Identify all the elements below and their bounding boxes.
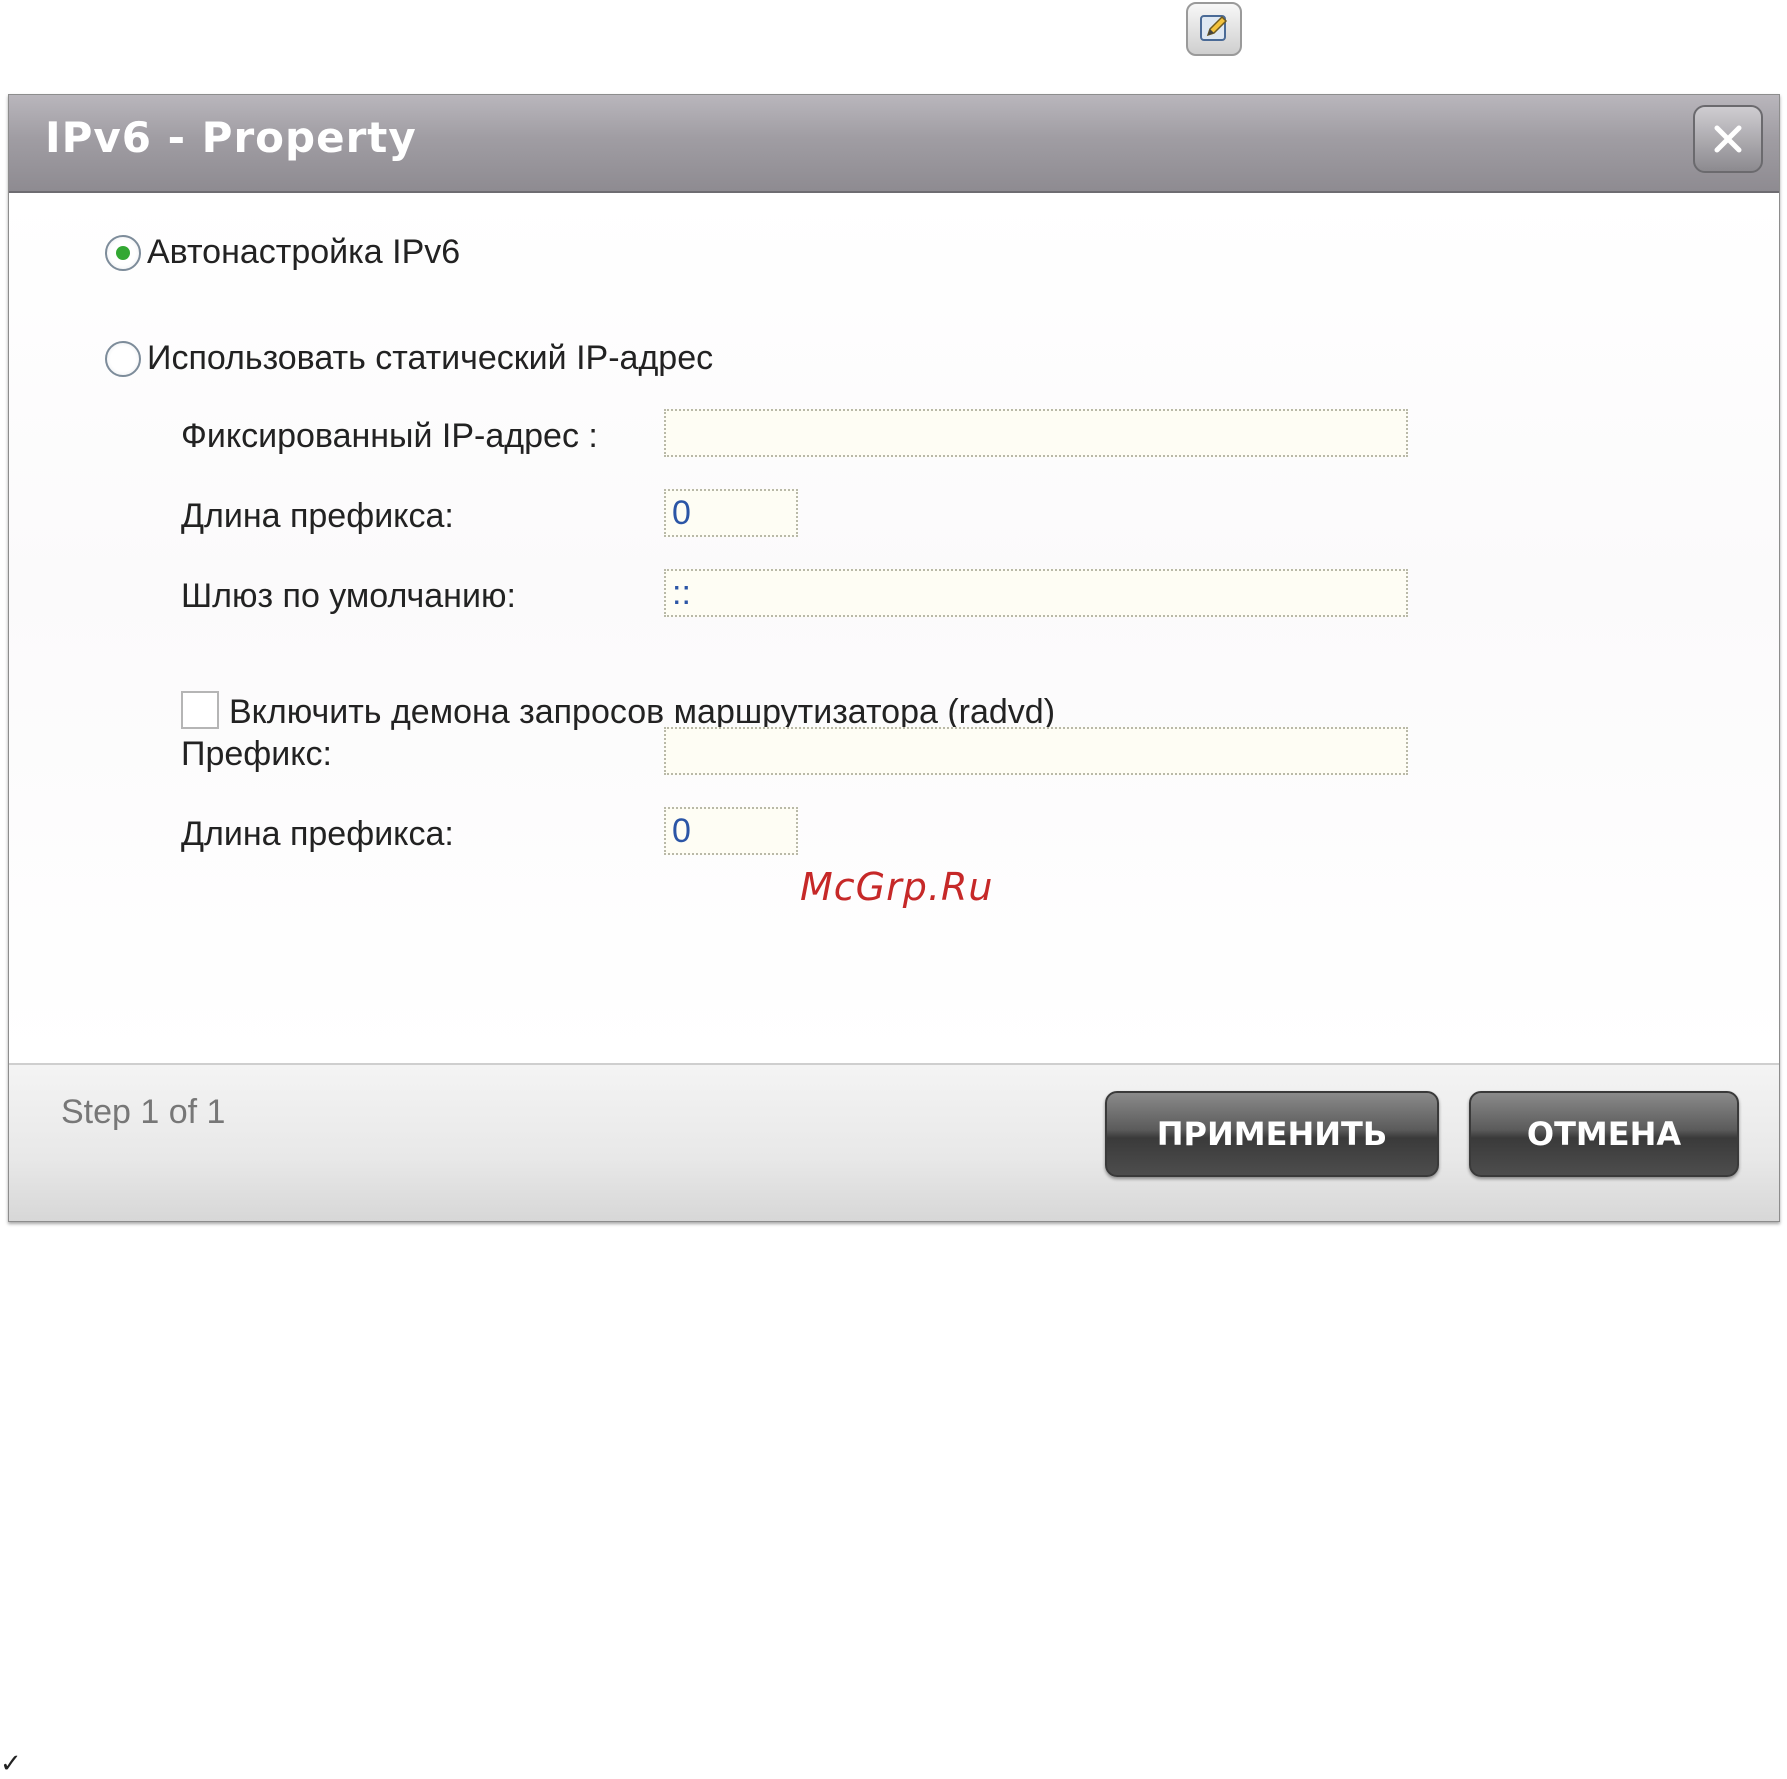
close-button[interactable] (1693, 105, 1763, 173)
prefix-length-label: Длина префикса: (181, 497, 454, 535)
auto-config-radio[interactable] (105, 234, 141, 271)
prefix-length-input[interactable]: 0 (664, 489, 798, 537)
gateway-input[interactable]: :: (664, 569, 1408, 617)
static-ip-label: Использовать статический IP-адрес (147, 339, 714, 377)
watermark-text: McGrp.Ru (800, 865, 994, 909)
static-ip-option[interactable]: Использовать статический IP-адрес (105, 339, 713, 378)
cancel-button[interactable]: ОТМЕНА (1469, 1091, 1739, 1177)
auto-config-label: Автонастройка IPv6 (147, 233, 461, 271)
prefix-length2-label: Длина префикса: (181, 815, 454, 853)
ipv6-property-dialog: IPv6 - Property Автонастройка IPv6 Испол… (8, 94, 1780, 1222)
prefix-input[interactable] (664, 727, 1408, 775)
dialog-body: Автонастройка IPv6 Использовать статичес… (9, 193, 1779, 1065)
close-icon (1714, 125, 1742, 153)
edit-icon[interactable] (1186, 2, 1242, 56)
dialog-titlebar: IPv6 - Property (9, 95, 1779, 193)
auto-config-option[interactable]: Автонастройка IPv6 (105, 233, 460, 272)
checkmark-glyph: ✓ (0, 1748, 22, 1778)
static-ip-radio[interactable] (105, 340, 141, 377)
dialog-footer: Step 1 of 1 ПРИМЕНИТЬ ОТМЕНА (9, 1063, 1779, 1221)
fixed-ip-input[interactable] (664, 409, 1408, 457)
apply-button[interactable]: ПРИМЕНИТЬ (1105, 1091, 1439, 1177)
gateway-label: Шлюз по умолчанию: (181, 577, 516, 615)
radvd-checkbox[interactable] (181, 691, 219, 729)
prefix-length2-input[interactable]: 0 (664, 807, 798, 855)
radio-selected-dot (116, 245, 130, 260)
fixed-ip-label: Фиксированный IP-адрес : (181, 417, 598, 455)
prefix-label: Префикс: (181, 735, 332, 773)
dialog-title: IPv6 - Property (45, 113, 417, 162)
step-indicator: Step 1 of 1 (61, 1093, 226, 1131)
